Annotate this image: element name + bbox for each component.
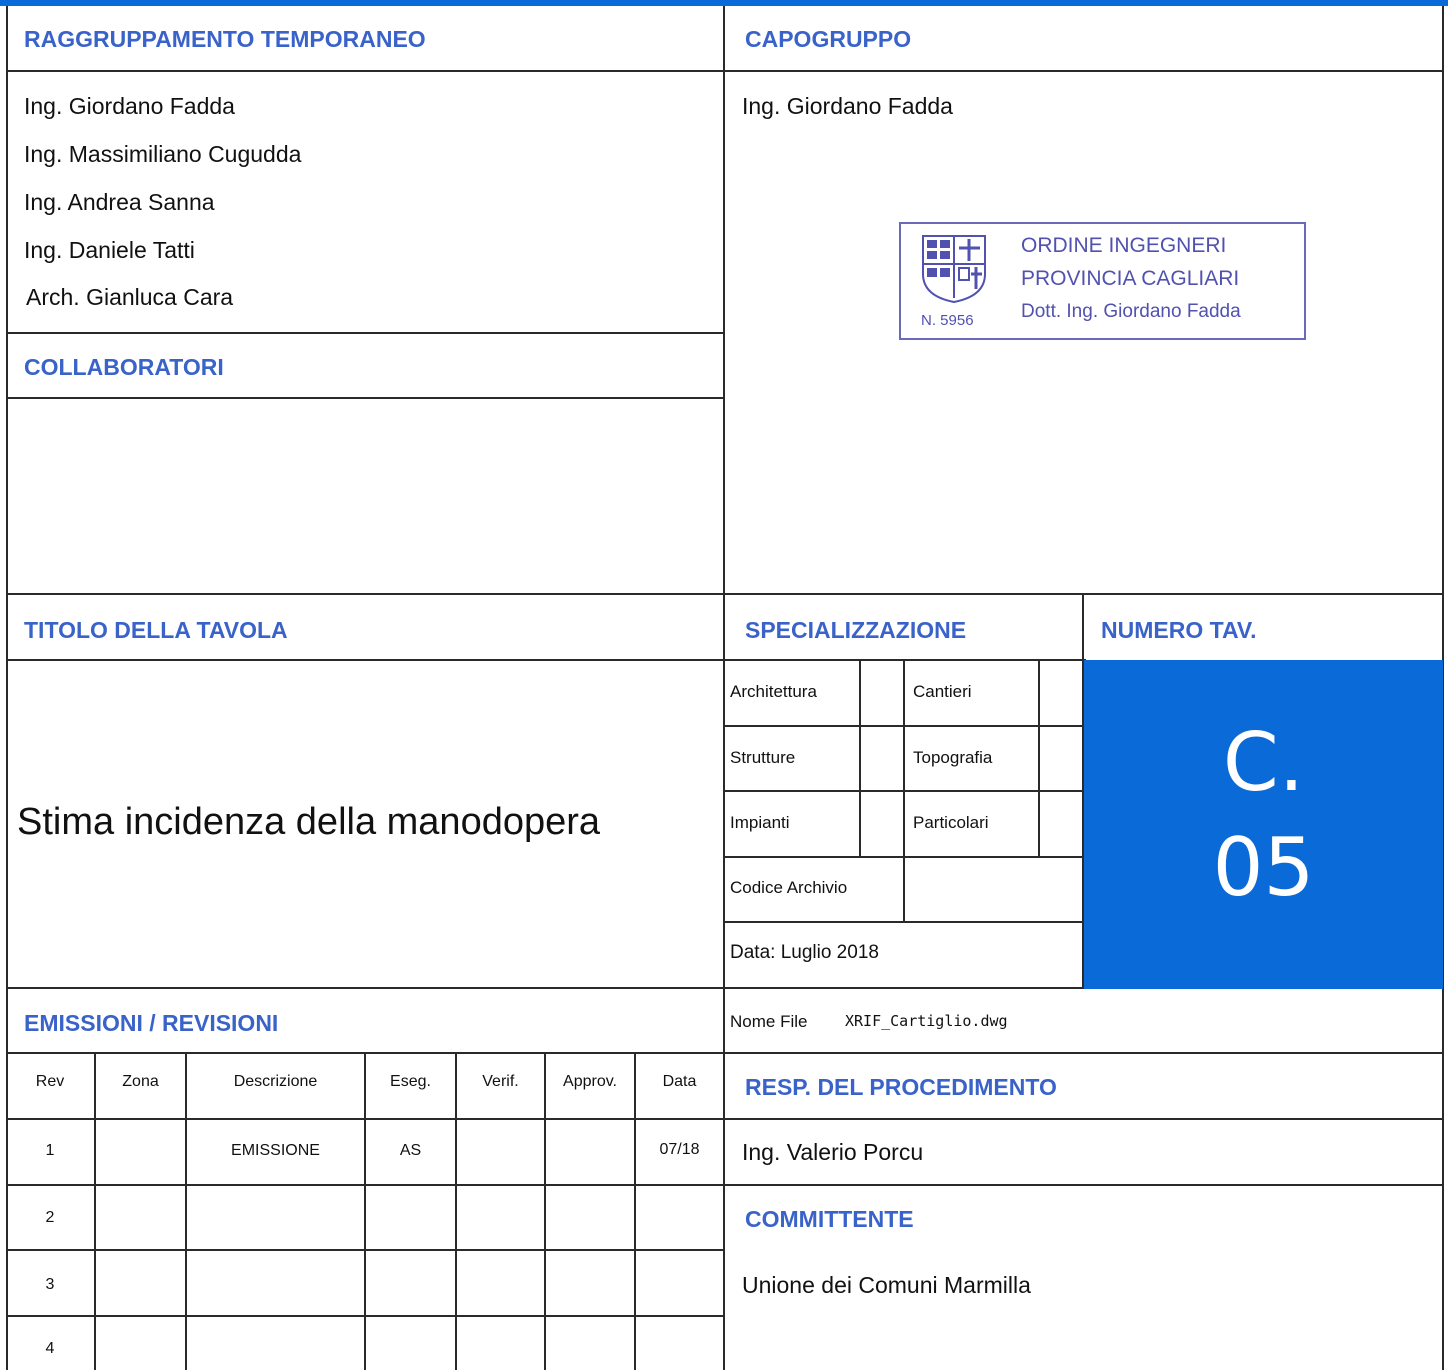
stamp-number: N. 5956 — [921, 312, 974, 329]
row-1-descrizione: EMISSIONE — [231, 1142, 320, 1159]
member-4: Ing. Daniele Tatti — [24, 237, 195, 263]
responsabile-name: Ing. Valerio Porcu — [742, 1139, 924, 1165]
raggruppamento-header: RAGGRUPPAMENTO TEMPORANEO — [24, 26, 426, 52]
nome-file-label: Nome File — [730, 1012, 808, 1031]
stamp-line-1: ORDINE INGEGNERI — [1021, 234, 1227, 257]
row-1-data: 07/18 — [659, 1141, 700, 1158]
emissioni-header: EMISSIONI / REVISIONI — [24, 1010, 279, 1036]
spec-strutture: Strutture — [730, 748, 796, 767]
spec-cantieri: Cantieri — [913, 682, 972, 701]
stamp-line-3: Dott. Ing. Giordano Fadda — [1021, 301, 1241, 322]
specializzazione-header: SPECIALIZZAZIONE — [745, 617, 967, 643]
col-data: Data — [662, 1073, 697, 1090]
coat-of-arms-icon — [922, 235, 986, 304]
row-1-eseg: AS — [399, 1142, 422, 1159]
member-1: Ing. Giordano Fadda — [24, 93, 235, 119]
drawing-number-box: C. 05 — [1084, 660, 1443, 989]
col-descrizione: Descrizione — [233, 1073, 318, 1090]
drawing-number-line-1: C. — [1222, 716, 1305, 809]
col-rev: Rev — [35, 1073, 65, 1090]
nome-file-value: XRIF_Cartiglio.dwg — [845, 1012, 1008, 1030]
codice-archivio-label: Codice Archivio — [730, 878, 848, 897]
spec-impianti: Impianti — [730, 813, 790, 832]
row-1-rev: 1 — [45, 1142, 55, 1159]
committente-header: COMMITTENTE — [745, 1206, 914, 1232]
spec-particolari: Particolari — [913, 813, 989, 832]
col-approv: Approv. — [563, 1073, 617, 1090]
capogruppo-header: CAPOGRUPPO — [745, 26, 912, 52]
spec-topografia: Topografia — [913, 748, 993, 767]
professional-stamp: N. 5956 ORDINE INGEGNERI PROVINCIA CAGLI… — [899, 222, 1306, 340]
col-verif: Verif. — [482, 1073, 519, 1090]
member-5: Arch. Gianluca Cara — [26, 284, 234, 310]
stamp-line-2: PROVINCIA CAGLIARI — [1021, 267, 1240, 290]
capogruppo-name: Ing. Giordano Fadda — [742, 93, 953, 119]
numero-header: NUMERO TAV. — [1101, 617, 1257, 643]
row-3-rev: 3 — [45, 1276, 55, 1293]
row-4-rev: 4 — [45, 1340, 55, 1357]
member-2: Ing. Massimiliano Cugudda — [24, 141, 302, 167]
col-zona: Zona — [122, 1073, 159, 1090]
drawing-number-line-2: 05 — [1212, 821, 1315, 914]
row-2-rev: 2 — [45, 1209, 55, 1226]
drawing-title: Stima incidenza della manodopera — [17, 801, 601, 843]
collaboratori-header: COLLABORATORI — [24, 354, 224, 380]
spec-architettura: Architettura — [730, 682, 817, 701]
data-label: Data: Luglio 2018 — [730, 942, 879, 963]
responsabile-header: RESP. DEL PROCEDIMENTO — [745, 1074, 1057, 1100]
committente-name: Unione dei Comuni Marmilla — [742, 1272, 1031, 1298]
titolo-header: TITOLO DELLA TAVOLA — [24, 617, 288, 643]
member-3: Ing. Andrea Sanna — [24, 189, 215, 215]
col-eseg: Eseg. — [390, 1073, 431, 1090]
